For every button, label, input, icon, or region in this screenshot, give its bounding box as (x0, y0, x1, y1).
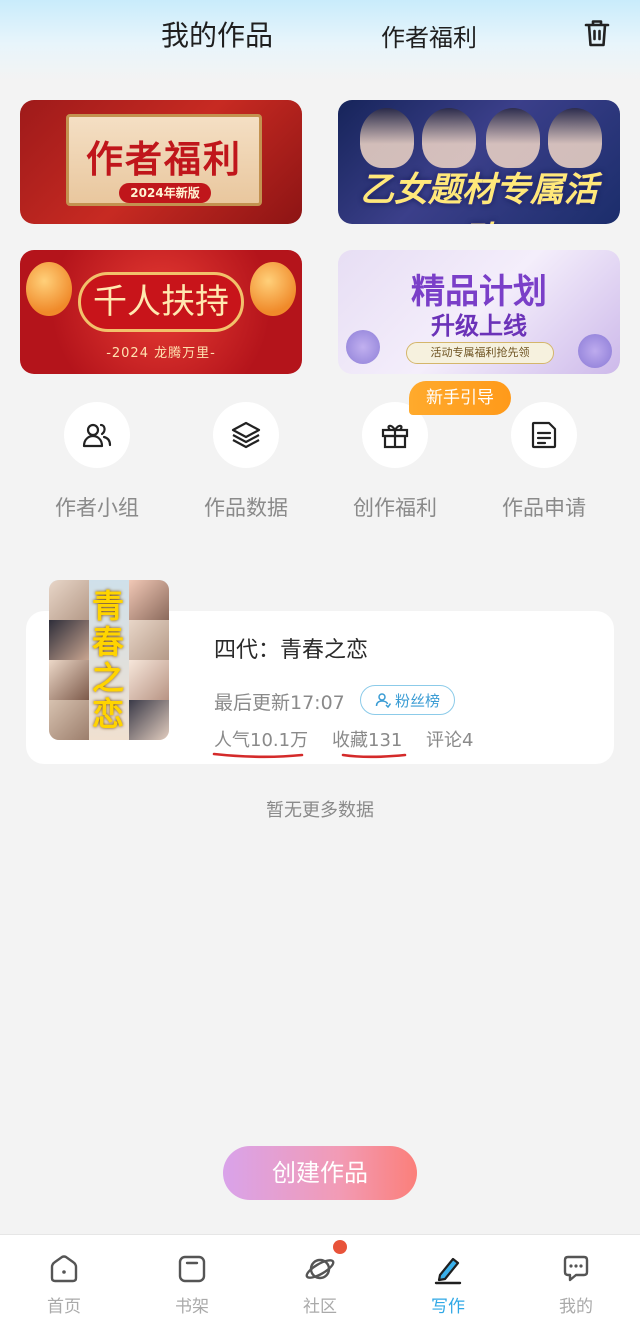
home-icon (47, 1252, 81, 1286)
quick-action-label: 作品数据 (204, 496, 288, 520)
cover-tile (129, 620, 169, 660)
layers-icon (213, 402, 279, 468)
character-illustration (360, 108, 414, 168)
cover-title: 青春之恋 (91, 587, 124, 733)
banner-title: 乙女题材专属活动 (360, 170, 598, 224)
banner-subtitle: 2024年新版 (119, 183, 211, 203)
cover-tile (129, 660, 169, 700)
tab-bookshelf[interactable]: 书架 (152, 1252, 232, 1317)
cover-tile (49, 580, 89, 620)
tab-my-works[interactable]: 我的作品 (161, 14, 273, 54)
top-bar (0, 0, 640, 80)
no-more-data: 暂无更多数据 (266, 800, 374, 821)
planet-icon (303, 1252, 337, 1286)
bookshelf-icon (175, 1252, 209, 1286)
banner-title: 千人扶持 (78, 272, 244, 332)
tab-label: 社区 (303, 1297, 337, 1317)
quick-action-label: 创作福利 (353, 496, 437, 520)
cover-tile (49, 620, 89, 660)
character-illustration (422, 108, 476, 168)
tab-home[interactable]: 首页 (24, 1252, 104, 1317)
fans-rank-button[interactable]: 粉丝榜 (360, 685, 455, 715)
create-work-button[interactable]: 创建作品 (223, 1146, 417, 1200)
tab-label: 首页 (47, 1297, 81, 1317)
popularity-stat: 人气10.1万 (214, 730, 309, 751)
banner-title-2: 升级上线 (431, 312, 527, 340)
banner-thousand-support[interactable]: 千人扶持 -2024 龙腾万里- (20, 250, 302, 374)
banner-subtitle: 活动专属福利抢先领 (406, 342, 554, 364)
popularity-underline (212, 752, 304, 759)
quick-action-label: 作者小组 (55, 496, 139, 520)
cover-tile (129, 700, 169, 740)
tab-writing[interactable]: 写作 (408, 1252, 488, 1317)
fans-rank-label: 粉丝榜 (394, 691, 440, 710)
favorites-underline (341, 753, 407, 759)
trash-icon[interactable] (580, 16, 614, 50)
quick-action-work-data[interactable]: 作品数据 (186, 402, 306, 522)
banner-otome-event[interactable]: 乙女题材专属活动 (338, 100, 620, 224)
notification-dot (333, 1240, 347, 1254)
banner-title: 作者福利 (86, 138, 242, 181)
character-illustration (548, 108, 602, 168)
chat-icon (559, 1252, 593, 1286)
tab-label: 我的 (559, 1297, 593, 1317)
document-icon (511, 402, 577, 468)
last-updated: 最后更新17:07 (214, 692, 345, 714)
work-cover[interactable]: 青春之恋 (49, 580, 169, 740)
banner-scroll: 作者福利 2024年新版 (66, 114, 262, 206)
cover-tile (49, 660, 89, 700)
pen-icon (431, 1252, 465, 1286)
tab-label: 写作 (431, 1297, 465, 1317)
favorites-stat: 收藏131 (332, 730, 403, 751)
quick-action-creation-benefits[interactable]: 创作福利 (335, 402, 455, 522)
tab-mine[interactable]: 我的 (536, 1252, 616, 1317)
banner-subtitle: -2024 龙腾万里- (106, 346, 216, 361)
tab-community[interactable]: 社区 (280, 1252, 360, 1317)
author-group-icon (64, 402, 130, 468)
cover-tile (49, 700, 89, 740)
quick-action-label: 作品申请 (502, 496, 586, 520)
lantern-icon (250, 262, 296, 316)
quick-action-work-application[interactable]: 作品申请 (484, 402, 604, 522)
quick-action-author-group[interactable]: 作者小组 (37, 402, 157, 522)
newbie-guide-badge[interactable]: 新手引导 (409, 381, 511, 415)
banner-author-benefits[interactable]: 作者福利 2024年新版 (20, 100, 302, 224)
cover-tile (129, 580, 169, 620)
comments-stat: 评论4 (426, 730, 474, 751)
tab-author-benefits[interactable]: 作者福利 (381, 18, 477, 53)
work-title[interactable]: 四代：青春之恋 (214, 632, 368, 664)
banner-premium-plan[interactable]: 精品计划 升级上线 活动专属福利抢先领 (338, 250, 620, 374)
lantern-icon (26, 262, 72, 316)
user-icon (375, 693, 391, 708)
tab-label: 书架 (175, 1297, 209, 1317)
character-illustration (486, 108, 540, 168)
